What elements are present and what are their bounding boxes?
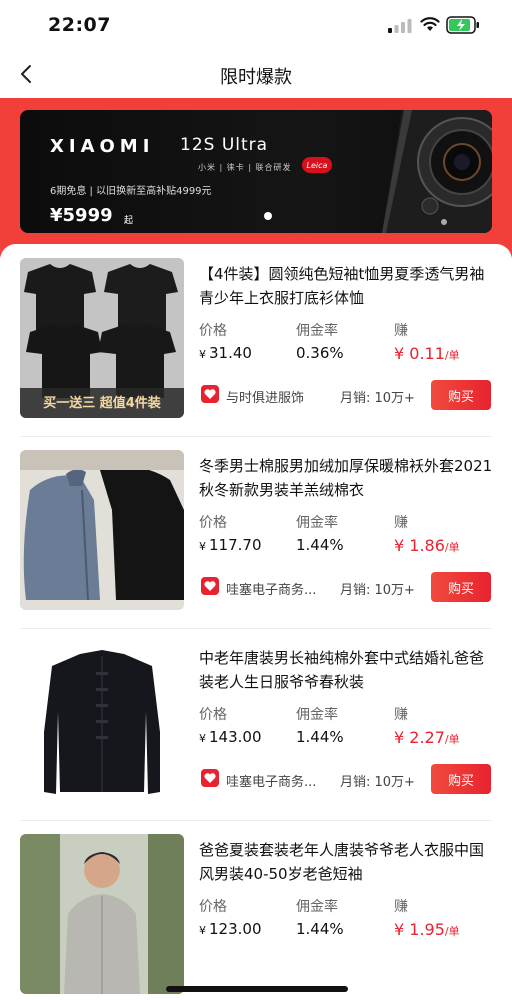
nav-bar: 限时爆款 (0, 50, 512, 98)
product-title: 冬季男士棉服男加绒加厚保暖棉袄外套2021秋冬新款男装羊羔绒棉衣 (199, 457, 493, 499)
monthly-sales: 月销: 10万+ (340, 775, 415, 790)
commission-value: 1.44% (296, 728, 344, 746)
page-title: 限时爆款 (220, 67, 292, 88)
wifi-icon (420, 17, 440, 31)
price-label: 价格 (199, 707, 227, 723)
jacket-image (20, 450, 184, 610)
earn-label: 赚 (394, 707, 408, 723)
shop-name[interactable]: 哇塞电子商务... (226, 579, 326, 598)
price-label: 价格 (199, 515, 227, 531)
shop-logo-icon (201, 385, 219, 403)
price-label: 价格 (199, 323, 227, 339)
banner-price: ¥5999 (50, 205, 113, 226)
banner-area: XIAOMI 12S Ultra 小米 | 徕卡 | 联合研发 Leica 6期… (0, 98, 512, 258)
buy-button[interactable]: 购买 (431, 380, 491, 410)
earn-label: 赚 (394, 323, 408, 339)
tang-suit-image (20, 642, 184, 802)
phone-image (382, 110, 492, 233)
promo-banner[interactable]: XIAOMI 12S Ultra 小米 | 徕卡 | 联合研发 Leica 6期… (20, 110, 492, 233)
product-title: 【4件装】圆领纯色短袖t恤男夏季透气男袖青少年上衣服打底衫体恤 (199, 265, 485, 307)
product-card[interactable]: 中老年唐装男长袖纯棉外套中式结婚礼爸爸装老人生日服爷爷春秋装 价格 佣金率 赚 … (0, 628, 512, 818)
status-bar: 22:07 (0, 0, 512, 50)
image-caption: 买一送三 超值4件装 (43, 396, 161, 411)
leica-logo: Leica (302, 157, 332, 173)
earn-value: ¥ 1.86/单 (394, 536, 460, 555)
product-card[interactable]: 冬季男士棉服男加绒加厚保暖棉袄外套2021秋冬新款男装羊羔绒棉衣 价格 佣金率 … (0, 436, 512, 626)
earn-label: 赚 (394, 899, 408, 915)
price-value: ¥31.40 (199, 344, 252, 362)
price-value: ¥123.00 (199, 920, 262, 938)
product-image[interactable] (20, 834, 184, 994)
price-value: ¥117.70 (199, 536, 262, 554)
price-value: ¥143.00 (199, 728, 262, 746)
shop-logo-icon (201, 769, 219, 787)
banner-promo-text: 6期免息 | 以旧换新至高补贴4999元 (50, 186, 212, 197)
price-label: 价格 (199, 899, 227, 915)
home-indicator[interactable] (166, 986, 348, 992)
monthly-sales: 月销: 10万+ (340, 583, 415, 598)
buy-button[interactable]: 购买 (431, 764, 491, 794)
product-title: 中老年唐装男长袖纯棉外套中式结婚礼爸爸装老人生日服爷爷春秋装 (199, 649, 485, 691)
battery-charging-icon (446, 16, 479, 34)
banner-price-suffix: 起 (124, 216, 134, 226)
product-list: 买一送三 超值4件装 【4件装】圆领纯色短袖t恤男夏季透气男袖青少年上衣服打底衫… (0, 244, 512, 1000)
commission-value: 1.44% (296, 920, 344, 938)
monthly-sales: 月销: 10万+ (340, 391, 415, 406)
shop-name[interactable]: 与时俱进服饰 (226, 387, 326, 406)
commission-value: 1.44% (296, 536, 344, 554)
product-image[interactable] (20, 642, 184, 802)
commission-label: 佣金率 (296, 323, 338, 339)
earn-value: ¥ 0.11/单 (394, 344, 460, 363)
shop-name[interactable]: 哇塞电子商务... (226, 771, 326, 790)
earn-value: ¥ 2.27/单 (394, 728, 460, 747)
commission-label: 佣金率 (296, 707, 338, 723)
product-image[interactable] (20, 450, 184, 610)
commission-value: 0.36% (296, 344, 344, 362)
shop-logo-icon (201, 577, 219, 595)
cellular-signal-icon (388, 19, 412, 33)
product-title: 爸爸夏装套装老年人唐装爷爷老人衣服中国风男装40-50岁老爸短袖 (199, 841, 485, 883)
banner-collab: 小米 | 徕卡 | 联合研发 (198, 163, 292, 172)
carousel-dot[interactable] (264, 212, 272, 220)
commission-label: 佣金率 (296, 899, 338, 915)
man-portrait-image (20, 834, 184, 994)
status-time: 22:07 (48, 14, 111, 36)
banner-brand: XIAOMI (50, 136, 155, 157)
buy-button[interactable]: 购买 (431, 572, 491, 602)
product-image[interactable]: 买一送三 超值4件装 (20, 258, 184, 418)
commission-label: 佣金率 (296, 515, 338, 531)
banner-model: 12S Ultra (180, 135, 269, 155)
product-card[interactable]: 买一送三 超值4件装 【4件装】圆领纯色短袖t恤男夏季透气男袖青少年上衣服打底衫… (0, 244, 512, 434)
earn-value: ¥ 1.95/单 (394, 920, 460, 939)
product-card[interactable]: 爸爸夏装套装老年人唐装爷爷老人衣服中国风男装40-50岁老爸短袖 价格 佣金率 … (0, 820, 512, 1000)
earn-label: 赚 (394, 515, 408, 531)
